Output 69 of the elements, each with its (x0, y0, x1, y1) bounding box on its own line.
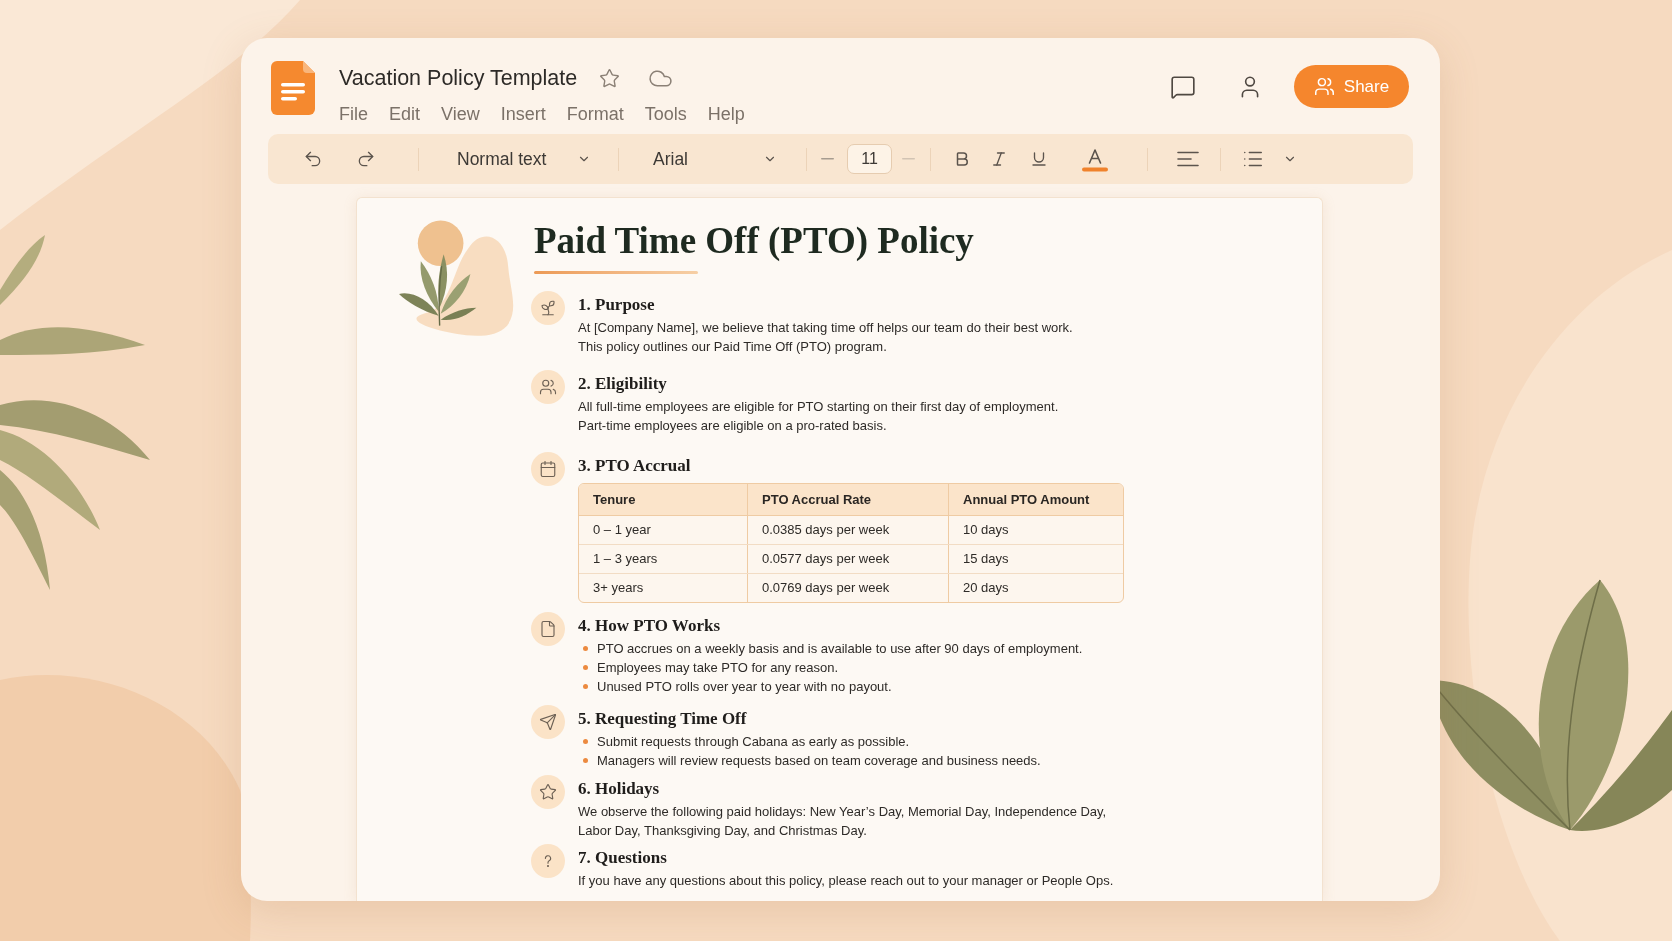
section-heading: 2. Eligibility (578, 373, 667, 395)
share-button[interactable]: Share (1294, 65, 1409, 108)
align-left-button[interactable] (1177, 151, 1199, 167)
question-icon (531, 844, 565, 878)
section-paragraph: We observe the following paid holidays: New Year’s Day, Memorial Day, Independence Day, Labor Day, Thanksgiving Day, and Christmas Day. (578, 803, 1107, 840)
bullet-text: Employees may take PTO for any reason. (597, 658, 839, 677)
section-heading: 4. How PTO Works (578, 614, 720, 637)
italic-icon (990, 150, 1008, 168)
text-color-icon (1082, 146, 1108, 172)
bullet-text: PTO accrues on a weekly basis and is available to use after 90 days of employment. (597, 639, 1083, 658)
minus-icon (821, 158, 834, 160)
section-heading: 6. Holidays (578, 778, 660, 800)
paper-plane-icon (531, 705, 565, 739)
section-heading: 3. PTO Accrual (578, 455, 691, 477)
underline-button[interactable] (1030, 150, 1048, 168)
section-paragraph: If you have any questions about this policy, please reach out to your manager or People Ops. (578, 872, 1114, 890)
table-cell-text: 20 days (962, 579, 1010, 598)
bullet-icon (583, 683, 588, 689)
table-cell-text: 15 days (962, 550, 1010, 569)
section-heading: 5. Requesting Time Off (578, 708, 747, 730)
undo-icon (303, 149, 323, 169)
menu-item[interactable]: Format (566, 102, 624, 126)
column-header: Annual PTO Amount (962, 490, 1091, 509)
redo-icon (356, 149, 376, 169)
underline-icon (1030, 150, 1048, 168)
menu-item[interactable]: Tools (644, 102, 687, 126)
menu-item[interactable]: View (441, 102, 480, 126)
section-heading: 7. Questions (578, 847, 667, 869)
font-size-field[interactable]: 11 (847, 144, 892, 174)
table-cell: 0.0577 days per week (748, 545, 949, 573)
table-cell-text: 10 days (962, 521, 1010, 540)
bullet-icon (583, 739, 588, 744)
table-cell: 3+ years (579, 574, 748, 602)
redo-button[interactable] (356, 149, 376, 169)
table-cell: 0.0385 days per week (748, 516, 949, 544)
policy-title: Paid Time Off (PTO) Policy (534, 219, 974, 263)
undo-button[interactable] (303, 149, 323, 169)
bullet-text: Unused PTO rolls over year to year with no payout. (597, 677, 892, 696)
bullet-icon (583, 645, 588, 651)
column-header: Tenure (579, 484, 748, 515)
bullet-text: Submit requests through Cabana as early as possible. (597, 733, 910, 751)
people-icon (531, 370, 565, 404)
menu-item[interactable]: Edit (389, 102, 421, 126)
section-paragraph: All full-time employees are eligible for PTO starting on their first day of employment. Part-time employees are eligible on a pro-rated basis. (578, 398, 1059, 435)
document-name[interactable]: Vacation Policy Template (339, 61, 578, 95)
table-cell: 0 – 1 year (579, 516, 748, 544)
italic-button[interactable] (990, 150, 1008, 168)
font-dropdown[interactable]: Arial (653, 145, 777, 173)
text-color-button[interactable] (1082, 146, 1108, 172)
comment-icon[interactable] (1170, 73, 1196, 100)
bullet-icon (583, 664, 588, 670)
bullet-icon (583, 758, 588, 763)
align-left-icon (1177, 151, 1199, 167)
column-header: PTO Accrual Rate (748, 484, 949, 515)
minus-icon (902, 158, 915, 160)
section-paragraph: At [Company Name], we believe that taking time off helps our team do their best work. This policy outlines our Paid Time Off (PTO) program. (578, 319, 1073, 356)
table-cell: 1 – 3 years (579, 545, 748, 573)
paragraph-style-dropdown[interactable]: Normal text (457, 145, 591, 173)
calendar-icon (531, 452, 565, 486)
section-heading: 1. Purpose (578, 294, 655, 316)
menu-item[interactable]: Insert (500, 102, 546, 126)
people-icon (1313, 76, 1335, 97)
menu-item[interactable]: Help (707, 102, 745, 126)
table-cell: 0.0769 days per week (748, 574, 949, 602)
star-icon[interactable] (599, 67, 621, 89)
sprout-icon (531, 291, 565, 325)
bullet-text: Managers will review requests based on team coverage and business needs. (597, 752, 1041, 770)
document-icon (531, 611, 565, 646)
menu-item[interactable]: File (339, 102, 368, 126)
